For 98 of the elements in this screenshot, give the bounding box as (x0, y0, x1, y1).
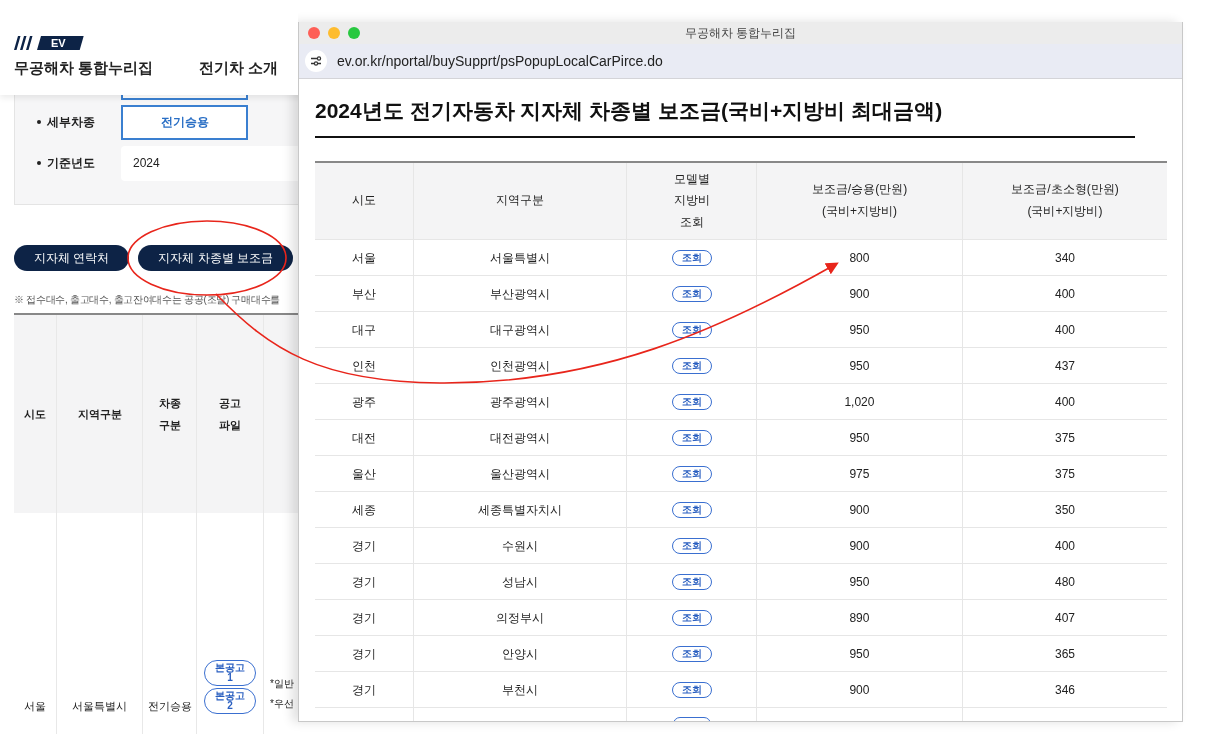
settings-icon[interactable] (305, 50, 327, 72)
table-cell: 400 (1054, 322, 1075, 337)
column-header: 시도 (351, 193, 376, 208)
column-header: 지역구분 (77, 408, 122, 420)
table-cell: 407 (1054, 610, 1075, 625)
table-cell: 대전광역시 (490, 430, 550, 445)
table-cell: 대구광역시 (490, 322, 550, 337)
table-cell: 경기 (351, 574, 376, 589)
table-cell: 서울특별시 (72, 700, 127, 712)
lookup-button[interactable]: 조회 (671, 573, 712, 590)
lookup-button[interactable]: 조회 (671, 501, 712, 518)
table-cell: 경기 (351, 610, 376, 625)
notice-file-button[interactable]: 본공고 2 (204, 688, 256, 714)
minimize-icon[interactable] (328, 27, 340, 39)
table-cell: 서울특별시 (490, 250, 550, 265)
table-cell: 400 (1054, 538, 1075, 553)
column-header: 차종 구분 (158, 397, 181, 431)
site-name[interactable]: 무공해차 통합누리집 (14, 59, 154, 78)
table-cell: 울산광역시 (490, 466, 550, 481)
close-icon[interactable] (308, 27, 320, 39)
column-header: 보조금/초소형(만원) (국비+지방비) (1011, 182, 1119, 218)
table-cell: 890 (849, 610, 870, 625)
bullet-icon (37, 161, 41, 165)
table-cell: 350 (1054, 502, 1075, 517)
table-cell: 950 (849, 574, 870, 589)
column-header: 지역구분 (496, 193, 544, 208)
notice-file-button[interactable]: 본공고 1 (204, 660, 256, 686)
logo-badge: EV (37, 36, 84, 50)
column-header: 공고 파일 (219, 397, 241, 431)
table-cell: 975 (849, 466, 870, 481)
table-cell: 인천광역시 (490, 358, 550, 373)
lookup-button[interactable]: 조회 (671, 609, 712, 626)
table-cell: 365 (1054, 646, 1075, 661)
lookup-button[interactable]: 조회 (671, 357, 712, 374)
action-button[interactable]: 지자체 차종별 보조금 (138, 245, 293, 271)
table-cell: 광주광역시 (490, 394, 550, 409)
table-cell: 성남시 (502, 574, 538, 589)
url-text[interactable]: ev.or.kr/nportal/buySupprt/psPopupLocalCarPirce.do (337, 53, 663, 69)
table-cell: 경기 (351, 646, 376, 661)
table-cell: 안양시 (502, 646, 538, 661)
table-cell: 346 (1054, 682, 1075, 697)
lookup-button[interactable]: 조회 (671, 393, 712, 410)
column-header: 모델별 지방비 조회 (673, 171, 710, 229)
lookup-button[interactable]: 조회 (671, 645, 712, 662)
table-cell: 950 (849, 646, 870, 661)
table-cell: 900 (849, 682, 870, 697)
table-cell: 대전 (351, 430, 376, 445)
table-cell-text: *일반 (270, 677, 295, 691)
table-cell: 전기승용 (147, 700, 192, 712)
field-label: 기준년도 (47, 154, 96, 172)
table-cell: 의정부시 (496, 610, 544, 625)
table-cell: 부산 (351, 286, 376, 301)
lookup-button[interactable]: 조회 (671, 681, 712, 698)
column-header: 보조금/승용(만원) (국비+지방비) (811, 182, 908, 218)
table-cell: 경기 (351, 682, 376, 697)
table-cell: 광주 (351, 394, 376, 409)
table-cell: 대구 (351, 322, 376, 337)
lookup-button[interactable]: 조회 (671, 285, 712, 302)
lookup-button[interactable]: 조회 (671, 429, 712, 446)
window-title: 무공해차 통합누리집 (684, 24, 797, 42)
table-cell: 900 (849, 502, 870, 517)
table-cell: 480 (1054, 574, 1075, 589)
table-cell: 950 (849, 322, 870, 337)
lookup-button[interactable]: 조회 (671, 249, 712, 266)
table-cell-text: *우선 (270, 697, 295, 711)
table-cell: 인천 (351, 358, 376, 373)
table-cell: 340 (1054, 250, 1075, 265)
table-cell: 950 (849, 358, 870, 373)
table-cell: 375 (1054, 466, 1075, 481)
table-cell: 경기 (351, 538, 376, 553)
table-cell: 400 (1054, 286, 1075, 301)
column-header: 시도 (24, 408, 46, 420)
year-field[interactable]: 2024 (121, 145, 298, 181)
maximize-icon[interactable] (348, 27, 360, 39)
table-cell: 950 (849, 430, 870, 445)
table-cell: 800 (849, 250, 870, 265)
table-cell: 세종특별자치시 (478, 502, 562, 517)
table-cell: 375 (1054, 430, 1075, 445)
lookup-button[interactable]: 조회 (671, 537, 712, 554)
field-label: 세부차종 (47, 113, 96, 131)
action-button[interactable]: 지자체 연락처 (14, 245, 130, 271)
table-cell: 900 (849, 538, 870, 553)
table-cell: 서울 (24, 700, 46, 712)
table-cell: 400 (1054, 394, 1075, 409)
table-cell: 울산 (351, 466, 376, 481)
vehicle-type-button[interactable]: 전기승용 (121, 104, 248, 140)
table-cell: 서울 (351, 250, 376, 265)
bullet-icon (37, 120, 41, 124)
table-cell: 세종 (351, 502, 376, 517)
table-cell: 900 (849, 286, 870, 301)
table-cell: 부산광역시 (490, 286, 550, 301)
table-cell: 부천시 (502, 682, 538, 697)
page-heading: 2024년도 전기자동차 지자체 차종별 보조금(국비+지방비 최대금액) (315, 97, 1135, 138)
table-cell: 1,020 (844, 394, 875, 409)
lookup-button[interactable]: 조회 (671, 465, 712, 482)
table-cell: 437 (1054, 358, 1075, 373)
table-cell: 수원시 (502, 538, 538, 553)
nav-item[interactable]: 전기차 소개 (199, 59, 279, 78)
